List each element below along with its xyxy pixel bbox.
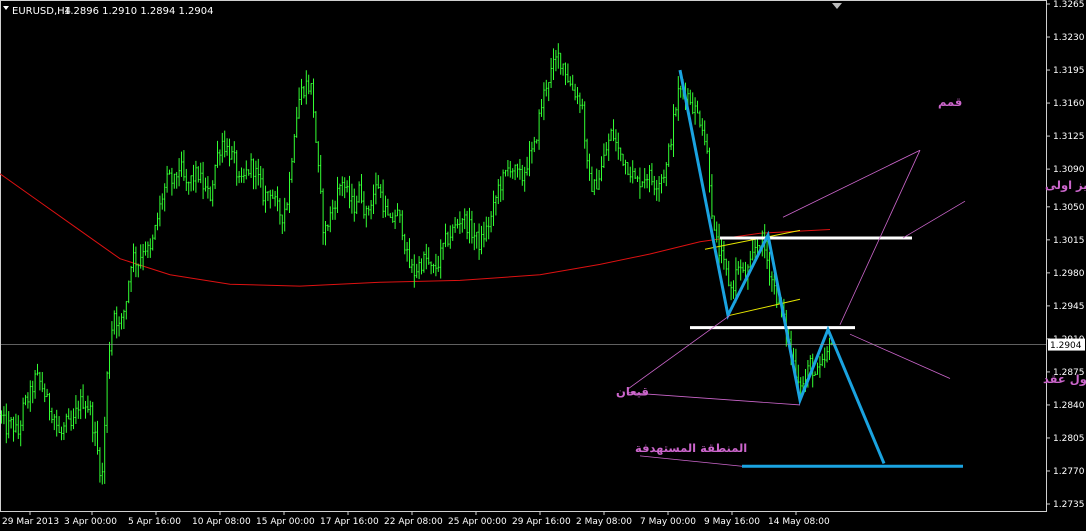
ohlc-values: 1.2896 1.2910 1.2894 1.2904 bbox=[64, 6, 214, 17]
x-tick-label: 2 May 08:00 bbox=[576, 517, 632, 527]
y-tick-label: 1.2980 bbox=[1053, 269, 1085, 279]
x-tick-label: 22 Apr 08:00 bbox=[384, 517, 443, 527]
y-tick-label: 1.3125 bbox=[1053, 132, 1085, 142]
current-price-tag: 1.2904 bbox=[1048, 338, 1085, 351]
x-tick-label: 3 Apr 00:00 bbox=[64, 517, 117, 527]
chart-header: EURUSD,H4 1.2896 1.2910 1.2894 1.2904 bbox=[3, 6, 214, 17]
symbol-label: EURUSD,H4 bbox=[12, 6, 71, 17]
x-tick-label: 29 Apr 16:00 bbox=[512, 517, 571, 527]
y-tick-label: 1.3230 bbox=[1053, 33, 1085, 43]
x-tick-label: 17 Apr 16:00 bbox=[320, 517, 379, 527]
y-tick-label: 1.2840 bbox=[1053, 401, 1085, 411]
x-tick-label: 5 Apr 16:00 bbox=[128, 517, 181, 527]
x-tick-label: 9 May 16:00 bbox=[704, 517, 760, 527]
x-tick-label: 25 Apr 00:00 bbox=[448, 517, 507, 527]
y-tick-label: 1.2770 bbox=[1053, 467, 1085, 477]
x-tick-label: 15 Apr 00:00 bbox=[256, 517, 315, 527]
y-tick-label: 1.2735 bbox=[1053, 500, 1085, 510]
y-tick-label: 1.3265 bbox=[1053, 0, 1085, 10]
x-tick-label: 14 May 08:00 bbox=[768, 517, 830, 527]
annotation-troughs: قيعان bbox=[616, 385, 649, 399]
y-tick-label: 1.2945 bbox=[1053, 302, 1085, 312]
annotation-target: المنطقة المستهدفة bbox=[635, 441, 747, 455]
y-tick-label: 1.3050 bbox=[1053, 203, 1085, 213]
x-tick-label: 10 Apr 08:00 bbox=[192, 517, 251, 527]
y-tick-label: 1.2875 bbox=[1053, 368, 1085, 378]
y-tick-label: 1.3015 bbox=[1053, 236, 1085, 246]
y-tick-label: 1.2805 bbox=[1053, 434, 1085, 444]
y-tick-label: 1.3195 bbox=[1053, 66, 1085, 76]
x-tick-label: 7 May 00:00 bbox=[640, 517, 696, 527]
x-tick-label: 29 Mar 2013 bbox=[2, 517, 59, 527]
y-tick-label: 1.3160 bbox=[1053, 99, 1085, 109]
y-tick-label: 1.3090 bbox=[1053, 165, 1085, 175]
annotation-first-reinforcement: منطقة تعزيز اولى bbox=[1045, 178, 1086, 193]
current-price-value: 1.2904 bbox=[1050, 341, 1082, 351]
chart-canvas: قمممنطقة تعزيز اولىمستوى دخول اول عقدقيع… bbox=[0, 0, 1086, 531]
annotation-peaks: قمم bbox=[938, 95, 962, 109]
